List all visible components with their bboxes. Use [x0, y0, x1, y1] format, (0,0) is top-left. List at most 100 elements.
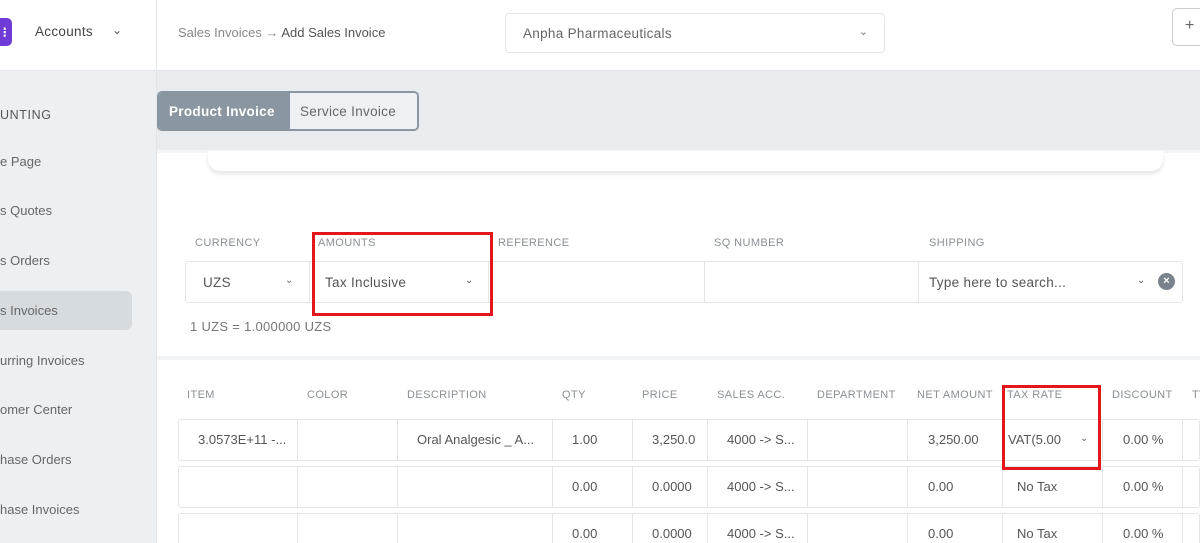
sidebar-item-sales-quotes[interactable]: s Quotes: [0, 191, 132, 230]
col-header-net-amount: NET AMOUNT: [917, 389, 993, 401]
item-input[interactable]: 3.0573E+11 -...: [198, 432, 293, 447]
amounts-value: Tax Inclusive: [325, 275, 407, 290]
divider: [1102, 514, 1103, 543]
amounts-select[interactable]: Tax Inclusive ⌄: [309, 262, 487, 302]
sidebar-item-label: e Page: [0, 154, 42, 169]
sq-number-label: SQ NUMBER: [714, 237, 785, 249]
shipping-search-input[interactable]: Type here to search... ⌄: [918, 262, 1150, 302]
price-input[interactable]: 0.0000: [652, 526, 704, 541]
discount-input[interactable]: 0.00 %: [1123, 479, 1183, 494]
divider: [397, 420, 398, 460]
divider: [907, 514, 908, 543]
price-input[interactable]: 3,250.0: [652, 432, 704, 447]
currency-value: UZS: [203, 275, 231, 290]
sidebar-item-label: hase Orders: [0, 452, 72, 467]
sidebar-item-recurring-invoices[interactable]: urring Invoices: [0, 341, 132, 380]
chevron-down-icon: ⌄: [1137, 275, 1146, 286]
divider: [1102, 467, 1103, 507]
module-title[interactable]: Accounts: [35, 24, 93, 39]
company-name: Anpha Pharmaceuticals: [523, 26, 672, 41]
tax-rate-select[interactable]: No Tax: [1017, 479, 1082, 494]
divider: [907, 467, 908, 507]
add-button[interactable]: +: [1172, 8, 1200, 46]
discount-input[interactable]: 0.00 %: [1123, 526, 1183, 541]
divider: [297, 514, 298, 543]
tab-product-invoice[interactable]: Product Invoice: [159, 93, 290, 129]
sidebar-item-purchase-invoices[interactable]: hase Invoices: [0, 490, 132, 529]
divider: [807, 420, 808, 460]
currency-select[interactable]: UZS ⌄: [186, 262, 308, 302]
sidebar-item-sales-invoices[interactable]: s Invoices: [0, 291, 132, 330]
divider: [1002, 420, 1003, 460]
divider: [707, 420, 708, 460]
tax-rate-select[interactable]: No Tax: [1017, 526, 1082, 541]
chevron-down-icon[interactable]: ⌄: [112, 23, 122, 37]
col-header-color: COLOR: [307, 389, 349, 401]
currency-label: CURRENCY: [195, 237, 261, 249]
divider: [397, 514, 398, 543]
tax-rate-select[interactable]: VAT(5.00: [1008, 432, 1073, 447]
divider: [632, 467, 633, 507]
top-bar: Sales Invoices → Add Sales Invoice Anpha…: [157, 0, 1200, 71]
chevron-down-icon: ⌄: [1080, 433, 1089, 444]
divider: [907, 420, 908, 460]
col-header-description: DESCRIPTION: [407, 389, 487, 401]
col-header-tv: TV: [1192, 389, 1200, 401]
qty-input[interactable]: 0.00: [572, 526, 627, 541]
sidebar-item-label: urring Invoices: [0, 353, 85, 368]
qty-input[interactable]: 1.00: [572, 432, 627, 447]
breadcrumb: Sales Invoices → Add Sales Invoice: [178, 25, 385, 40]
chevron-down-icon: ⌄: [465, 275, 474, 286]
sidebar-item-label: s Invoices: [0, 303, 58, 318]
reference-input[interactable]: [488, 262, 703, 302]
collapsed-panel: [208, 151, 1163, 171]
sidebar: ⁝ Accounts ⌄ UNTING e Page s Quotes s Or…: [0, 0, 157, 543]
divider: [707, 514, 708, 543]
net-amount-value: 0.00: [928, 479, 954, 494]
invoice-type-toggle: Product Invoice Service Invoice: [157, 91, 419, 131]
sales-account-select[interactable]: 4000 -> S...: [727, 526, 802, 541]
sidebar-item-home-page[interactable]: e Page: [0, 142, 132, 181]
amounts-label: AMOUNTS: [318, 237, 376, 249]
shipping-placeholder: Type here to search...: [929, 275, 1067, 290]
sidebar-item-label: s Orders: [0, 253, 50, 268]
divider: [157, 356, 1200, 360]
sales-account-select[interactable]: 4000 -> S...: [727, 479, 802, 494]
divider: [297, 420, 298, 460]
exchange-rate: 1 UZS = 1.000000 UZS: [190, 319, 332, 334]
divider: [807, 467, 808, 507]
sidebar-section-label: UNTING: [0, 108, 52, 122]
chevron-down-icon: ⌄: [858, 26, 868, 38]
breadcrumb-current: Add Sales Invoice: [281, 25, 386, 40]
chevron-down-icon: ⌄: [285, 275, 294, 286]
qty-input[interactable]: 0.00: [572, 479, 627, 494]
divider: [552, 467, 553, 507]
divider: [1102, 420, 1103, 460]
description-input[interactable]: Oral Analgesic _ A...: [417, 432, 547, 447]
col-header-price: PRICE: [642, 389, 678, 401]
discount-input[interactable]: 0.00 %: [1123, 432, 1183, 447]
price-input[interactable]: 0.0000: [652, 479, 704, 494]
divider: [1002, 467, 1003, 507]
table-row: 3.0573E+11 -... Oral Analgesic _ A... 1.…: [178, 419, 1200, 461]
col-header-item: ITEM: [187, 389, 215, 401]
sq-number-input[interactable]: [704, 262, 917, 302]
col-header-sales-acc: SALES ACC.: [717, 389, 786, 401]
sidebar-item-sales-orders[interactable]: s Orders: [0, 241, 132, 280]
breadcrumb-sales-invoices[interactable]: Sales Invoices: [178, 25, 262, 40]
company-select[interactable]: Anpha Pharmaceuticals ⌄: [505, 13, 885, 53]
sales-account-select[interactable]: 4000 -> S...: [727, 432, 802, 447]
table-row: 0.00 0.0000 4000 -> S... 0.00 No Tax 0.0…: [178, 513, 1200, 543]
sidebar-item-purchase-orders[interactable]: hase Orders: [0, 440, 132, 479]
clear-icon[interactable]: ×: [1158, 273, 1175, 290]
app-logo-icon[interactable]: ⁝: [0, 18, 12, 46]
sidebar-item-customer-center[interactable]: omer Center: [0, 390, 132, 429]
sidebar-item-label: s Quotes: [0, 203, 53, 218]
sidebar-item-label: omer Center: [0, 402, 73, 417]
shipping-label: SHIPPING: [929, 237, 985, 249]
divider: [552, 420, 553, 460]
tab-service-invoice[interactable]: Service Invoice: [290, 93, 417, 129]
col-header-tax-rate: TAX RATE: [1007, 389, 1063, 401]
table-row: 0.00 0.0000 4000 -> S... 0.00 No Tax 0.0…: [178, 466, 1200, 508]
net-amount-value: 3,250.00: [928, 432, 979, 447]
